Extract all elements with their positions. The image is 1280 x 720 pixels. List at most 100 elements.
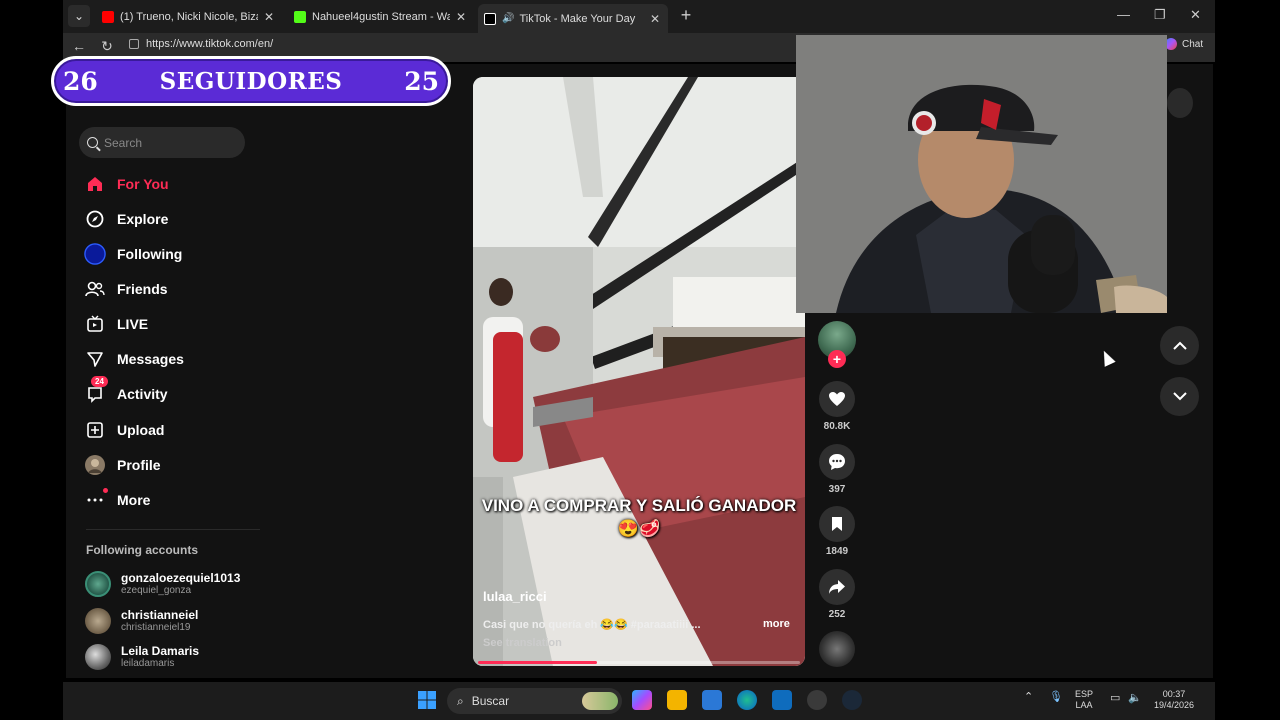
chat-button[interactable]: Chat <box>1165 38 1203 50</box>
previous-video-button[interactable] <box>1160 326 1199 365</box>
comment-icon[interactable] <box>819 444 855 480</box>
microphone-icon[interactable]: 🎙 <box>1049 692 1063 703</box>
edge-icon[interactable] <box>737 690 757 710</box>
new-tab-icon[interactable]: + <box>677 6 695 24</box>
live-icon <box>84 313 106 335</box>
follower-current-count: 26 <box>63 66 98 96</box>
comment-count: 397 <box>828 484 846 495</box>
file-explorer-icon[interactable] <box>667 690 687 710</box>
language-indicator[interactable]: ESP LAA <box>1075 689 1093 711</box>
follower-goal-banner: 26 SEGUIDORES 25 <box>51 56 451 106</box>
more-link[interactable]: more <box>763 618 790 630</box>
sidebar-divider <box>86 529 260 530</box>
following-icon <box>84 243 106 265</box>
video-progress-bar[interactable] <box>478 661 800 664</box>
close-tab-icon[interactable]: ✕ <box>648 12 662 26</box>
comment-action[interactable]: 397 <box>818 444 856 495</box>
compass-icon <box>84 208 106 230</box>
search-icon <box>87 137 98 148</box>
search-highlight-image <box>582 692 618 710</box>
music-disc-icon[interactable] <box>819 631 855 667</box>
following-account-item[interactable]: Leila Damaris leiladamaris <box>85 644 199 670</box>
clock[interactable]: 00:37 19/4/2026 <box>1154 689 1194 711</box>
youtube-icon <box>102 10 114 23</box>
taskbar-search-input[interactable]: ⌕ Buscar <box>447 688 622 714</box>
sidebar-item-more[interactable]: More <box>84 488 150 512</box>
share-icon[interactable] <box>819 569 855 605</box>
tab-actions-icon[interactable]: ⌄ <box>68 5 90 27</box>
kick-icon <box>294 10 306 23</box>
video-progress-fill <box>478 661 598 664</box>
following-account-item[interactable]: gonzaloezequiel1013 ezequiel_gonza <box>85 571 240 597</box>
home-icon <box>84 173 106 195</box>
upload-icon <box>84 419 106 441</box>
video-caption: VINO A COMPRAR Y SALIÓ GANADOR😍🥩 <box>481 496 797 538</box>
back-icon[interactable]: ← <box>70 38 88 54</box>
share-action[interactable]: 252 <box>818 569 856 620</box>
lock-icon <box>129 39 139 49</box>
next-video-button[interactable] <box>1160 377 1199 416</box>
save-action[interactable]: 1849 <box>818 506 856 557</box>
reload-icon[interactable]: ↻ <box>98 38 116 55</box>
streamer-webcam <box>796 35 1167 313</box>
see-translation-link[interactable]: See translation <box>483 637 562 649</box>
activity-icon: 24 <box>84 376 108 405</box>
windows-start-icon[interactable] <box>417 690 437 710</box>
minimize-icon[interactable]: — <box>1117 7 1130 22</box>
search-icon: ⌕ <box>457 693 464 708</box>
video-description: Casi que no quería eh 😂😂 #paraaatiiii ..… <box>483 619 701 631</box>
speaker-icon[interactable]: 🔊 <box>502 13 514 24</box>
following-accounts-header: Following accounts <box>86 543 199 557</box>
activity-badge: 24 <box>91 376 108 387</box>
follower-goal-label: SEGUIDORES <box>159 67 343 95</box>
notification-dot <box>103 488 108 493</box>
avatar <box>85 644 111 670</box>
following-account-item[interactable]: christianneiel christianneiel19 <box>85 608 198 634</box>
friends-icon <box>84 278 106 300</box>
app-icon[interactable] <box>807 690 827 710</box>
follower-goal-count: 25 <box>404 66 439 96</box>
avatar <box>85 608 111 634</box>
screen: ⌄ (1) Trueno, Nicki Nicole, Bizarrap - ✕… <box>0 0 1280 720</box>
share-count: 252 <box>828 609 846 620</box>
sidebar-item-upload[interactable]: Upload <box>84 418 164 442</box>
outlook-icon[interactable] <box>772 690 792 710</box>
network-icon[interactable]: ▭ <box>1110 693 1120 704</box>
steam-icon[interactable] <box>842 690 862 710</box>
follow-plus-icon[interactable]: + <box>828 350 846 368</box>
tray-overflow-icon[interactable]: ⌃ <box>1024 692 1033 703</box>
microsoft-store-icon[interactable] <box>702 690 722 710</box>
tab-kick[interactable]: Nahueel4gustin Stream - Watch Li ✕ <box>288 4 474 29</box>
like-action[interactable]: 80.8K <box>818 381 856 432</box>
sidebar-item-messages[interactable]: Messages <box>84 347 184 371</box>
tab-tiktok[interactable]: 🔊 TikTok - Make Your Day ✕ <box>478 4 668 33</box>
more-icon <box>84 488 108 511</box>
video-author-name[interactable]: lulaa_ricci <box>483 589 547 604</box>
url-field[interactable]: https://www.tiktok.com/en/ <box>129 38 273 50</box>
profile-icon <box>84 454 106 476</box>
close-window-icon[interactable]: ✕ <box>1190 7 1201 23</box>
close-tab-icon[interactable]: ✕ <box>454 10 468 24</box>
sidebar-item-for-you[interactable]: For You <box>84 172 169 196</box>
webcam-image <box>796 35 1167 313</box>
copilot-icon[interactable] <box>632 690 652 710</box>
sidebar-item-following[interactable]: Following <box>84 242 182 266</box>
header-avatar[interactable] <box>1167 88 1193 118</box>
sidebar-item-activity[interactable]: 24 Activity <box>84 376 168 406</box>
tab-youtube[interactable]: (1) Trueno, Nicki Nicole, Bizarrap - ✕ <box>96 4 282 29</box>
sidebar-item-explore[interactable]: Explore <box>84 207 168 231</box>
restore-icon[interactable]: ❐ <box>1154 7 1166 23</box>
sidebar-item-live[interactable]: LIVE <box>84 312 148 336</box>
like-count: 80.8K <box>823 421 851 432</box>
sidebar-item-profile[interactable]: Profile <box>84 453 161 477</box>
sidebar-item-friends[interactable]: Friends <box>84 277 168 301</box>
heart-icon[interactable] <box>819 381 855 417</box>
close-tab-icon[interactable]: ✕ <box>262 10 276 24</box>
messages-icon <box>84 348 106 370</box>
video-player[interactable] <box>473 77 805 666</box>
save-count: 1849 <box>825 546 849 557</box>
volume-icon[interactable]: 🔈 <box>1128 693 1142 704</box>
search-input[interactable]: Search <box>79 127 245 158</box>
avatar <box>85 571 111 597</box>
bookmark-icon[interactable] <box>819 506 855 542</box>
